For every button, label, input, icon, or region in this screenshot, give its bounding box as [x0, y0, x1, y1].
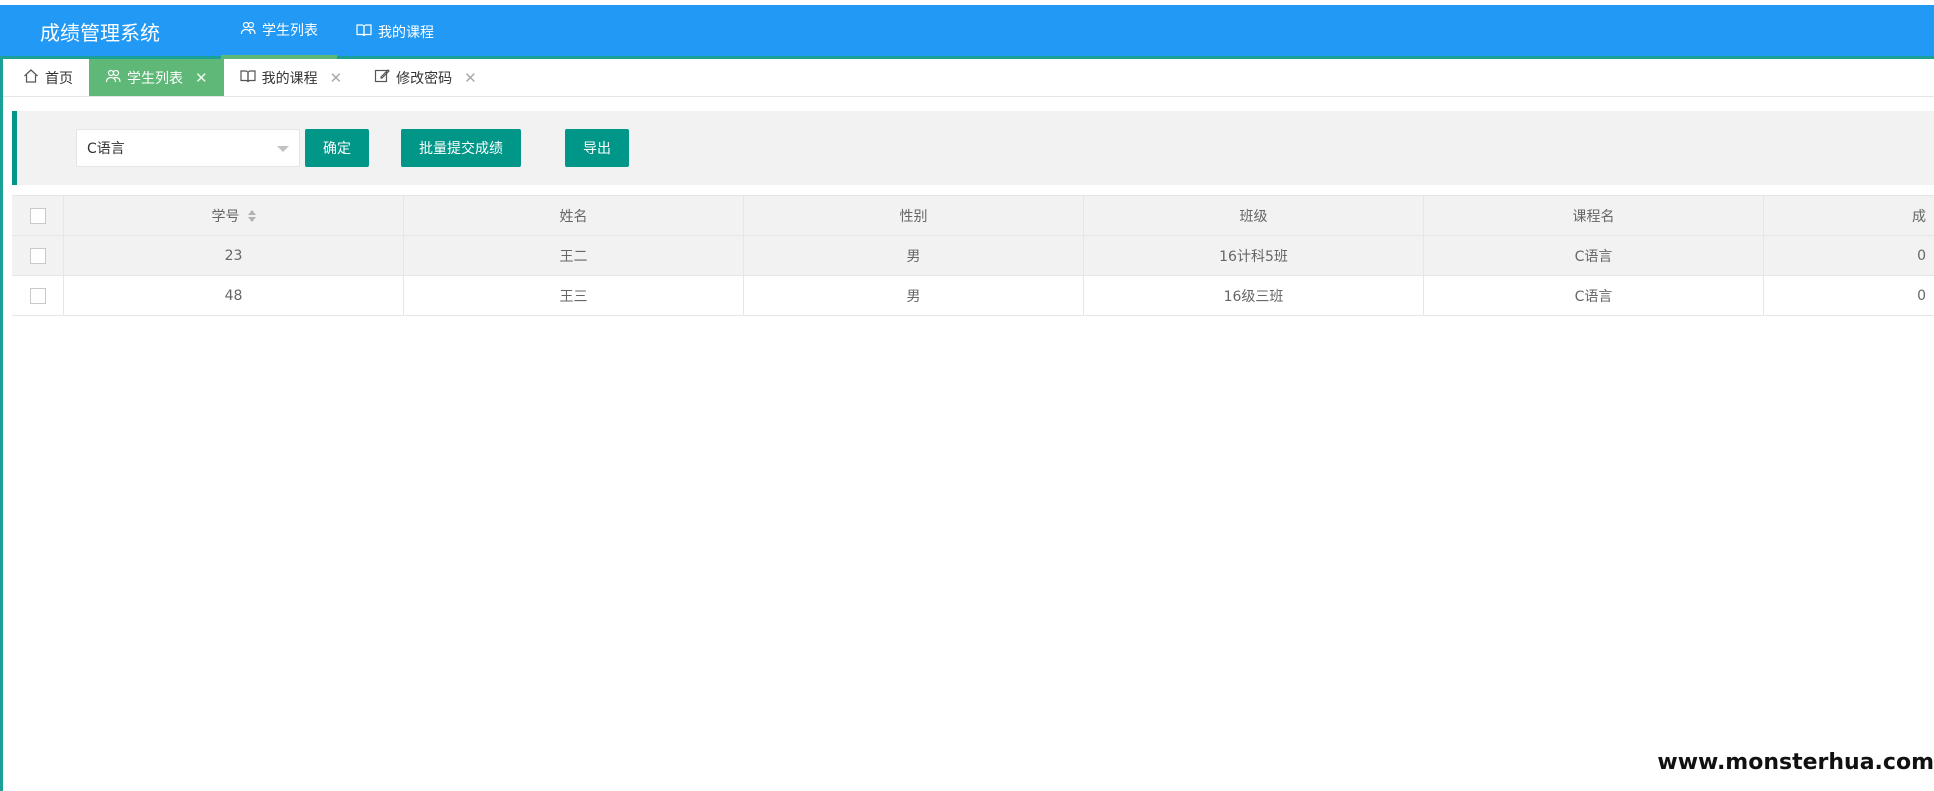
home-icon — [23, 68, 39, 88]
student-table: 学号 姓名 性别 班级 课程名 成 23 王二 男 16计科5班 C语言 0 4… — [12, 195, 1934, 316]
cell-class: 16级三班 — [1084, 276, 1424, 315]
export-button[interactable]: 导出 — [565, 129, 629, 167]
tab-label: 修改密码 — [396, 70, 453, 87]
app-title: 成绩管理系统 — [40, 21, 160, 45]
topnav-label: 我的课程 — [378, 25, 434, 41]
close-icon[interactable]: ✕ — [195, 69, 208, 87]
row-checkbox[interactable] — [29, 247, 46, 264]
tab-bar: 首页 学生列表 ✕ 我的课程 ✕ 修改密码 ✕ — [0, 59, 1934, 97]
header-name: 姓名 — [404, 196, 744, 235]
row-checkbox-cell — [12, 276, 64, 315]
cell-name: 王三 — [404, 276, 744, 315]
row-checkbox[interactable] — [29, 287, 46, 304]
table-row[interactable]: 48 王三 男 16级三班 C语言 0 — [12, 276, 1934, 316]
chevron-down-icon — [277, 146, 289, 152]
topnav-item-student-list[interactable]: 学生列表 — [221, 5, 337, 59]
tab-label: 学生列表 — [127, 70, 183, 87]
cell-class: 16计科5班 — [1084, 236, 1424, 275]
close-icon[interactable]: ✕ — [330, 69, 343, 87]
course-select[interactable]: C语言 — [76, 129, 300, 167]
tab-change-password[interactable]: 修改密码 ✕ — [358, 59, 493, 96]
book-icon — [356, 22, 372, 42]
header-student-id[interactable]: 学号 — [64, 196, 404, 235]
table-header-row: 学号 姓名 性别 班级 课程名 成 — [12, 196, 1934, 236]
tab-student-list[interactable]: 学生列表 ✕ — [89, 59, 224, 96]
cell-student-id: 48 — [64, 276, 404, 315]
row-checkbox-cell — [12, 236, 64, 275]
header-gender: 性别 — [744, 196, 1084, 235]
cell-name: 王二 — [404, 236, 744, 275]
select-all-checkbox[interactable] — [29, 207, 46, 224]
users-icon — [240, 20, 256, 40]
confirm-button[interactable]: 确定 — [305, 129, 369, 167]
sort-icon[interactable] — [247, 209, 256, 222]
cell-score: 0 — [1917, 247, 1926, 264]
top-nav: 学生列表 我的课程 — [221, 5, 453, 61]
header-checkbox-cell — [12, 196, 64, 235]
header-course: 课程名 — [1424, 196, 1764, 235]
tab-label: 我的课程 — [261, 70, 318, 87]
cell-course: C语言 — [1424, 236, 1764, 275]
edit-icon — [374, 68, 391, 88]
cell-gender: 男 — [744, 236, 1084, 275]
book-icon — [239, 68, 256, 88]
top-header: 成绩管理系统 学生列表 我的课程 — [0, 5, 1934, 59]
cell-course: C语言 — [1424, 276, 1764, 315]
cell-score: 0 — [1917, 287, 1926, 304]
topnav-label: 学生列表 — [262, 23, 318, 39]
table-row[interactable]: 23 王二 男 16计科5班 C语言 0 — [12, 236, 1934, 276]
tab-my-courses[interactable]: 我的课程 ✕ — [224, 59, 359, 96]
left-accent-bar — [0, 59, 3, 791]
cell-gender: 男 — [744, 276, 1084, 315]
header-class: 班级 — [1084, 196, 1424, 235]
watermark-text: www.monsterhua.com — [1657, 734, 1934, 791]
close-icon[interactable]: ✕ — [464, 69, 477, 87]
tab-home[interactable]: 首页 — [7, 59, 89, 96]
filter-toolbar: C语言 确定 批量提交成绩 导出 — [12, 111, 1934, 185]
course-select-value: C语言 — [87, 141, 125, 157]
batch-submit-button[interactable]: 批量提交成绩 — [401, 129, 521, 167]
tab-label: 首页 — [45, 70, 73, 87]
header-score: 成 — [1912, 208, 1926, 225]
topnav-item-my-courses[interactable]: 我的课程 — [337, 5, 453, 59]
users-icon — [105, 68, 121, 88]
cell-student-id: 23 — [64, 236, 404, 275]
column-label: 学号 — [211, 208, 240, 225]
